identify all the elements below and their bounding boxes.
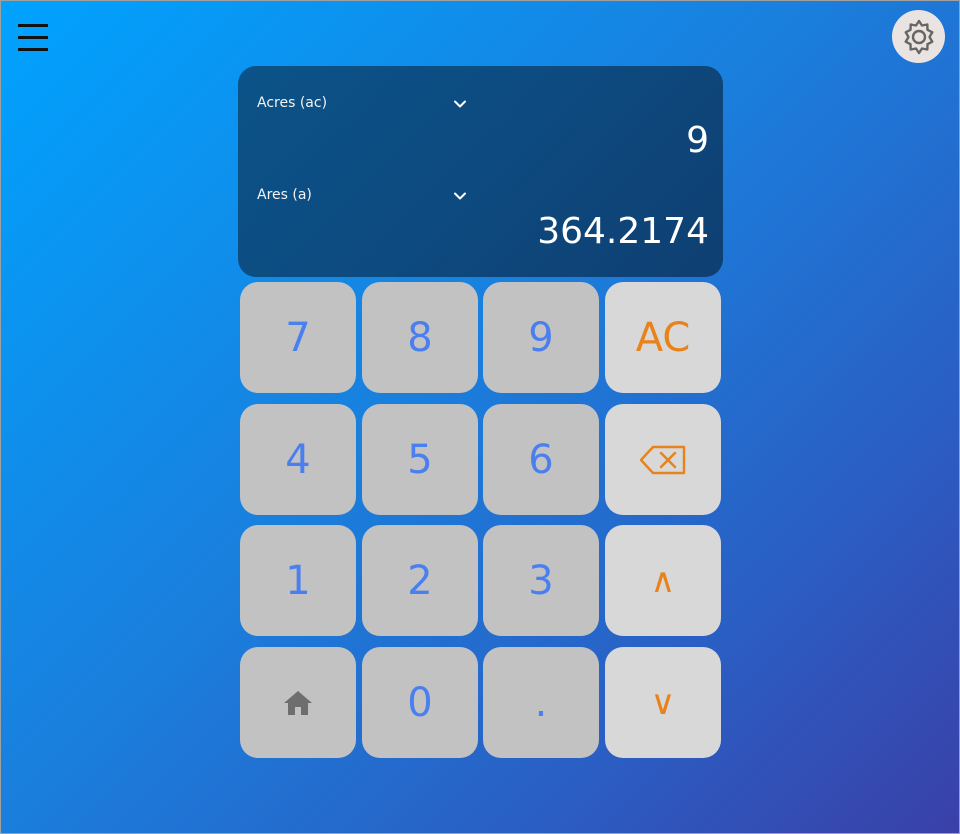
key-4[interactable]: 4 [240, 404, 356, 515]
swap-up-button[interactable]: ∧ [605, 525, 721, 636]
menu-bar [18, 24, 48, 27]
chevron-down-icon [454, 192, 466, 200]
key-label: 5 [407, 436, 433, 483]
key-label: 7 [285, 314, 311, 361]
hamburger-menu-icon[interactable] [16, 22, 50, 56]
backspace-icon [639, 445, 686, 474]
input-value: 9 [686, 120, 709, 161]
converter-display: Acres (ac) 9 Ares (a) 364.2174 [238, 66, 723, 277]
menu-bar [18, 48, 48, 51]
home-icon [284, 690, 312, 715]
chevron-down-icon [454, 100, 466, 108]
key-label: 3 [528, 557, 554, 604]
key-label: 0 [407, 679, 433, 726]
key-1[interactable]: 1 [240, 525, 356, 636]
key-label: AC [635, 314, 691, 361]
backspace-button[interactable] [605, 404, 721, 515]
key-label: 8 [407, 314, 433, 361]
to-unit-label: Ares (a) [257, 187, 312, 203]
settings-button[interactable] [892, 10, 945, 63]
from-unit-select[interactable]: Acres (ac) [257, 93, 467, 117]
key-label: 6 [528, 436, 554, 483]
key-label: . [534, 679, 548, 726]
menu-bar [18, 36, 48, 39]
key-5[interactable]: 5 [362, 404, 478, 515]
key-label: ∧ [650, 560, 676, 601]
key-2[interactable]: 2 [362, 525, 478, 636]
key-6[interactable]: 6 [483, 404, 599, 515]
from-unit-label: Acres (ac) [257, 95, 328, 111]
key-label: 4 [285, 436, 311, 483]
key-3[interactable]: 3 [483, 525, 599, 636]
gear-icon [904, 19, 933, 54]
all-clear-button[interactable]: AC [605, 282, 721, 393]
key-label: 1 [285, 557, 311, 604]
key-9[interactable]: 9 [483, 282, 599, 393]
keypad: 7 8 9 AC 4 5 6 1 2 3 ∧ 0 . ∨ [240, 282, 722, 758]
swap-down-button[interactable]: ∨ [605, 647, 721, 758]
output-value: 364.2174 [537, 211, 709, 252]
key-label: 9 [528, 314, 554, 361]
home-button[interactable] [240, 647, 356, 758]
key-0[interactable]: 0 [362, 647, 478, 758]
decimal-point-key[interactable]: . [483, 647, 599, 758]
key-label: ∨ [650, 682, 676, 723]
key-7[interactable]: 7 [240, 282, 356, 393]
key-label: 2 [407, 557, 433, 604]
key-8[interactable]: 8 [362, 282, 478, 393]
to-unit-select[interactable]: Ares (a) [257, 185, 467, 209]
